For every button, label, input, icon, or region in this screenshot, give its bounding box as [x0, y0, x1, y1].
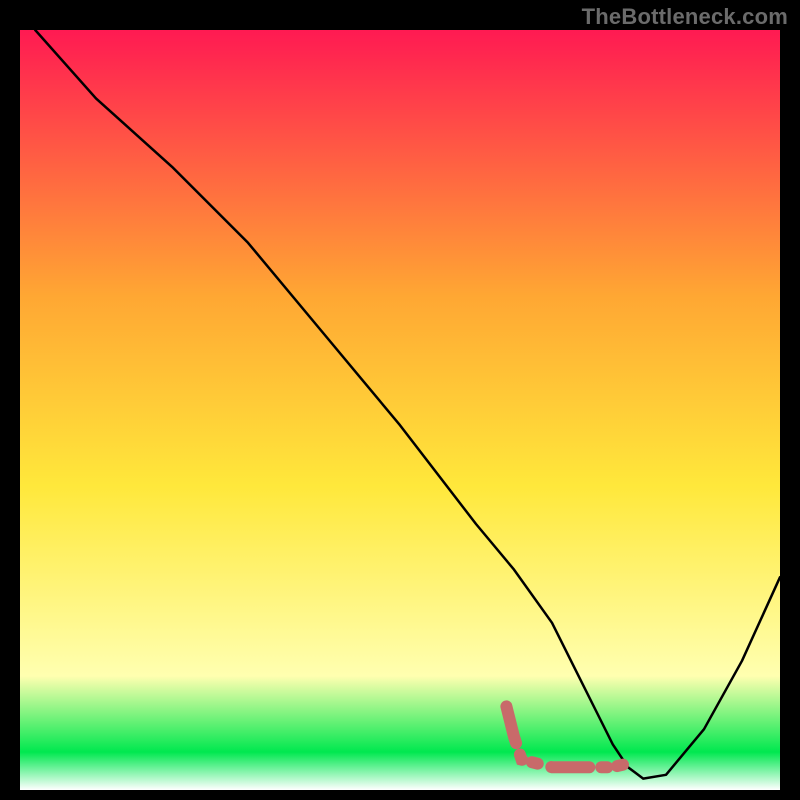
watermark-text: TheBottleneck.com [582, 4, 788, 30]
bottleneck-chart [20, 30, 780, 790]
gradient-background [20, 30, 780, 790]
